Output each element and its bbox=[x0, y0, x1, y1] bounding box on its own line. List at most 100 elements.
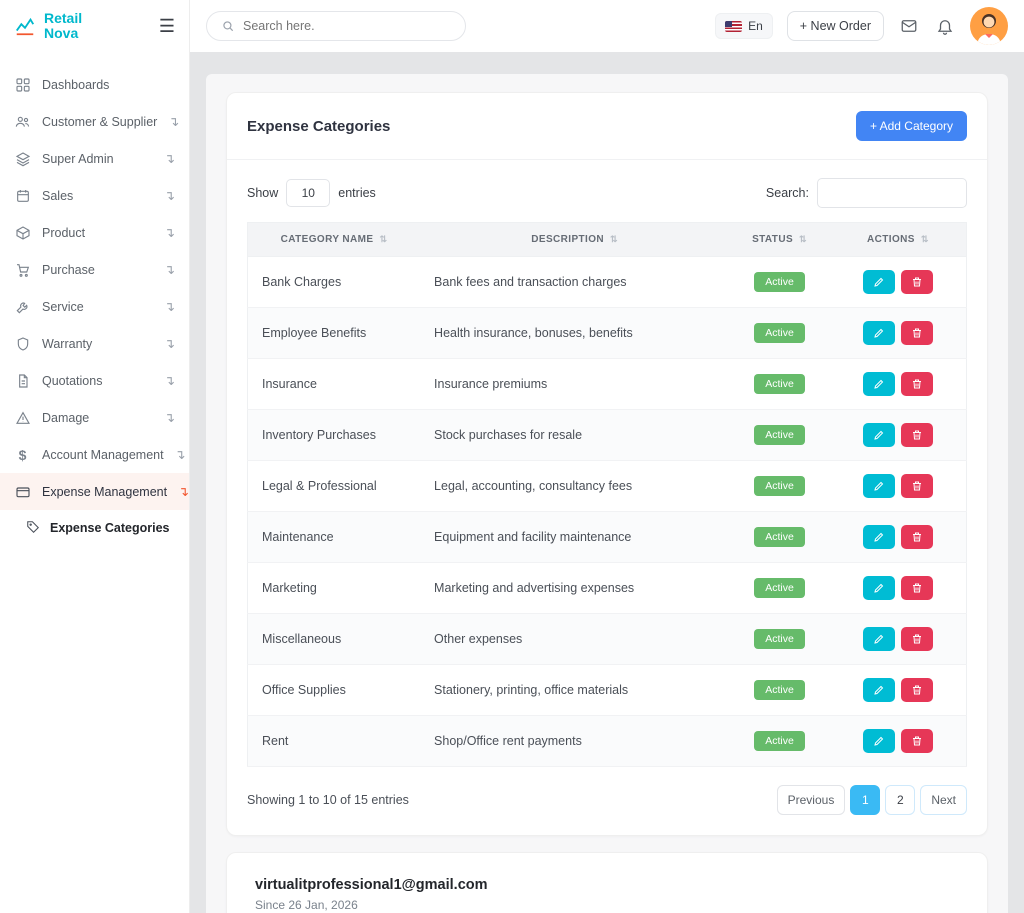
sidebar-item-label: Super Admin bbox=[42, 152, 153, 166]
pagination-previous-button[interactable]: Previous bbox=[777, 785, 846, 815]
brand-name[interactable]: RetailNova bbox=[44, 11, 151, 40]
delete-button[interactable] bbox=[901, 474, 933, 498]
column-header-category-name[interactable]: CATEGORY NAME⇅ bbox=[248, 223, 421, 257]
delete-button[interactable] bbox=[901, 321, 933, 345]
table-search-input[interactable] bbox=[817, 178, 967, 208]
sort-icon[interactable]: ⇅ bbox=[921, 234, 929, 245]
edit-button[interactable] bbox=[863, 729, 895, 753]
entries-label: entries bbox=[338, 186, 376, 200]
sidebar-item-damage[interactable]: Damage ↴ bbox=[0, 399, 189, 436]
delete-button[interactable] bbox=[901, 729, 933, 753]
calendar-icon bbox=[14, 187, 31, 204]
cart-icon bbox=[14, 261, 31, 278]
category-name-cell: Miscellaneous bbox=[248, 614, 421, 665]
table-row: Legal & ProfessionalLegal, accounting, c… bbox=[248, 461, 967, 512]
pagination-page-2-button[interactable]: 2 bbox=[885, 785, 915, 815]
language-selector[interactable]: En bbox=[715, 13, 773, 39]
sidebar-item-dashboards[interactable]: Dashboards bbox=[0, 66, 189, 103]
sidebar-item-product[interactable]: Product ↴ bbox=[0, 214, 189, 251]
edit-button[interactable] bbox=[863, 678, 895, 702]
sidebar-item-account-management[interactable]: $ Account Management ↴ bbox=[0, 436, 189, 473]
row-actions bbox=[844, 678, 952, 702]
edit-button[interactable] bbox=[863, 474, 895, 498]
pagination: Previous 1 2 Next bbox=[777, 785, 967, 815]
category-name-cell: Bank Charges bbox=[248, 257, 421, 308]
status-badge: Active bbox=[754, 578, 805, 598]
edit-button[interactable] bbox=[863, 576, 895, 600]
sidebar-item-sales[interactable]: Sales ↴ bbox=[0, 177, 189, 214]
column-header-actions[interactable]: ACTIONS⇅ bbox=[830, 223, 967, 257]
sidebar-item-label: Expense Categories bbox=[50, 521, 170, 535]
sidebar-item-label: Purchase bbox=[42, 263, 153, 277]
sidebar-item-expense-categories[interactable]: Expense Categories bbox=[0, 510, 189, 545]
sidebar: RetailNova ☰ Dashboards Customer & Suppl… bbox=[0, 0, 190, 913]
delete-button[interactable] bbox=[901, 423, 933, 447]
global-search-input[interactable] bbox=[243, 19, 451, 33]
sidebar-item-super-admin[interactable]: Super Admin ↴ bbox=[0, 140, 189, 177]
new-order-button[interactable]: + New Order bbox=[787, 11, 884, 41]
chevron-expand-icon: ↴ bbox=[164, 299, 175, 315]
sidebar-item-label: Service bbox=[42, 300, 153, 314]
sort-icon[interactable]: ⇅ bbox=[379, 234, 387, 245]
table-row: RentShop/Office rent paymentsActive bbox=[248, 716, 967, 767]
chevron-expand-icon: ↴ bbox=[178, 484, 189, 500]
entries-count-input[interactable] bbox=[286, 179, 330, 207]
sidebar-item-label: Warranty bbox=[42, 337, 153, 351]
delete-button[interactable] bbox=[901, 525, 933, 549]
trash-icon bbox=[911, 276, 923, 288]
row-actions bbox=[844, 474, 952, 498]
description-cell: Other expenses bbox=[420, 614, 729, 665]
edit-button[interactable] bbox=[863, 627, 895, 651]
dollar-icon: $ bbox=[14, 446, 31, 463]
sidebar-item-label: Quotations bbox=[42, 374, 153, 388]
trash-icon bbox=[911, 480, 923, 492]
credit-card-icon bbox=[14, 483, 31, 500]
sidebar-item-warranty[interactable]: Warranty ↴ bbox=[0, 325, 189, 362]
sort-icon[interactable]: ⇅ bbox=[610, 234, 618, 245]
delete-button[interactable] bbox=[901, 678, 933, 702]
sidebar-item-service[interactable]: Service ↴ bbox=[0, 288, 189, 325]
edit-button[interactable] bbox=[863, 321, 895, 345]
table-footer: Showing 1 to 10 of 15 entries Previous 1… bbox=[227, 767, 987, 835]
pagination-next-button[interactable]: Next bbox=[920, 785, 967, 815]
trash-icon bbox=[911, 531, 923, 543]
us-flag-icon bbox=[725, 21, 742, 32]
bell-icon[interactable] bbox=[934, 15, 956, 37]
dashboards-icon bbox=[14, 76, 31, 93]
file-text-icon bbox=[14, 372, 31, 389]
delete-button[interactable] bbox=[901, 270, 933, 294]
global-search[interactable] bbox=[206, 11, 466, 41]
sort-icon[interactable]: ⇅ bbox=[799, 234, 807, 245]
user-avatar[interactable] bbox=[970, 7, 1008, 45]
status-badge: Active bbox=[754, 680, 805, 700]
add-category-button[interactable]: + Add Category bbox=[856, 111, 967, 141]
trash-icon bbox=[911, 429, 923, 441]
account-since: Since 26 Jan, 2026 bbox=[255, 898, 959, 912]
show-label: Show bbox=[247, 186, 278, 200]
shield-icon bbox=[14, 335, 31, 352]
mail-icon[interactable] bbox=[898, 15, 920, 37]
brand-logo-icon bbox=[14, 15, 36, 37]
pencil-icon bbox=[873, 378, 885, 390]
trash-icon bbox=[911, 582, 923, 594]
trash-icon bbox=[911, 633, 923, 645]
edit-button[interactable] bbox=[863, 372, 895, 396]
edit-button[interactable] bbox=[863, 270, 895, 294]
page-title: Expense Categories bbox=[247, 118, 390, 135]
column-header-description[interactable]: DESCRIPTION⇅ bbox=[420, 223, 729, 257]
column-header-status[interactable]: STATUS⇅ bbox=[729, 223, 830, 257]
edit-button[interactable] bbox=[863, 525, 895, 549]
sidebar-item-purchase[interactable]: Purchase ↴ bbox=[0, 251, 189, 288]
sidebar-item-label: Account Management bbox=[42, 448, 164, 462]
delete-button[interactable] bbox=[901, 576, 933, 600]
sidebar-item-expense-management[interactable]: Expense Management ↴ bbox=[0, 473, 189, 510]
sidebar-item-quotations[interactable]: Quotations ↴ bbox=[0, 362, 189, 399]
sidebar-toggle-icon[interactable]: ☰ bbox=[159, 16, 175, 37]
pencil-icon bbox=[873, 429, 885, 441]
sidebar-item-customer-supplier[interactable]: Customer & Supplier ↴ bbox=[0, 103, 189, 140]
edit-button[interactable] bbox=[863, 423, 895, 447]
table-row: MaintenanceEquipment and facility mainte… bbox=[248, 512, 967, 563]
delete-button[interactable] bbox=[901, 627, 933, 651]
pagination-page-1-button[interactable]: 1 bbox=[850, 785, 880, 815]
delete-button[interactable] bbox=[901, 372, 933, 396]
